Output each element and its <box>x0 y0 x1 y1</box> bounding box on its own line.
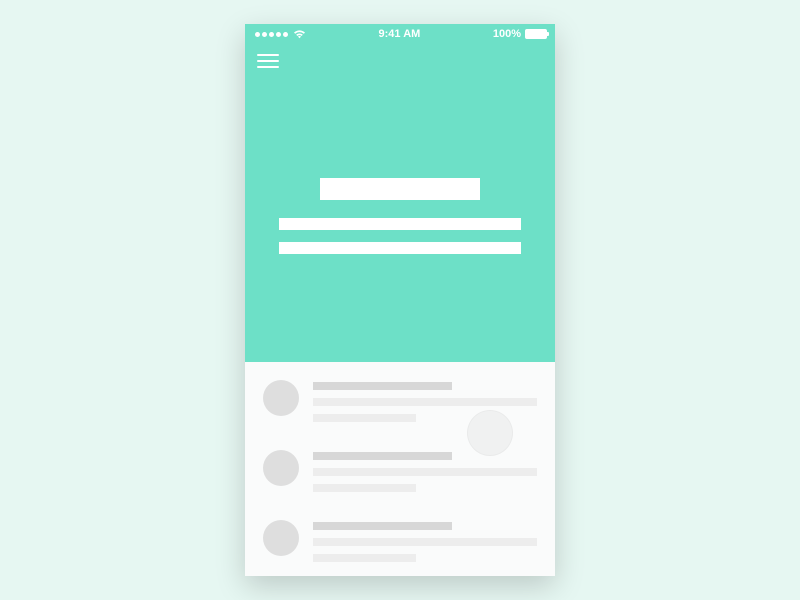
list-item-title-placeholder <box>313 452 452 460</box>
status-right: 100% <box>493 28 547 40</box>
list-item-body <box>313 520 537 570</box>
list-item-line-placeholder <box>313 554 416 562</box>
status-bar: 9:41 AM 100% <box>245 24 555 44</box>
list-item-line-placeholder <box>313 398 537 406</box>
list-item-line-placeholder <box>313 538 537 546</box>
list-item-title-placeholder <box>313 382 452 390</box>
hero-title-placeholder <box>320 178 480 200</box>
avatar <box>263 520 299 556</box>
phone-frame: 9:41 AM 100% <box>245 24 555 576</box>
avatar <box>263 380 299 416</box>
hero-line-placeholder <box>279 242 521 254</box>
hamburger-icon[interactable] <box>257 54 279 68</box>
list-item[interactable] <box>263 380 537 430</box>
cellular-signal-icon <box>255 32 288 37</box>
content-list[interactable] <box>245 362 555 576</box>
list-item-line-placeholder <box>313 484 416 492</box>
wifi-icon <box>293 29 306 39</box>
nav-bar <box>245 44 555 68</box>
hero-header: 9:41 AM 100% <box>245 24 555 362</box>
status-left <box>255 29 306 39</box>
avatar <box>263 450 299 486</box>
list-item-body <box>313 450 537 500</box>
list-item[interactable] <box>263 450 537 500</box>
hero-line-placeholder <box>279 218 521 230</box>
list-item-title-placeholder <box>313 522 452 530</box>
hero-placeholder-block <box>279 178 521 266</box>
battery-full-icon <box>525 29 547 39</box>
list-item-line-placeholder <box>313 414 416 422</box>
list-item[interactable] <box>263 520 537 570</box>
status-time: 9:41 AM <box>379 28 421 40</box>
list-item-body <box>313 380 537 430</box>
list-item-line-placeholder <box>313 468 537 476</box>
battery-percentage: 100% <box>493 28 521 40</box>
